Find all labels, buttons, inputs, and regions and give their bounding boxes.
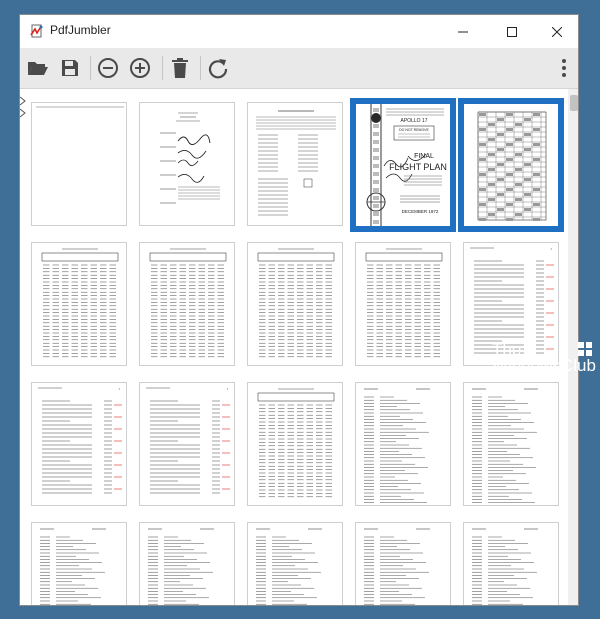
page-text: • (119, 386, 121, 391)
page-preview-image (40, 528, 106, 605)
page-thumbnail-selected[interactable]: APOLLO 17 DO NOT REMOVE FINAL FLIGHT PLAN DE… (350, 98, 456, 232)
drag-handle-icon[interactable] (20, 95, 26, 119)
watermark-line2: WindowsClub (492, 356, 596, 375)
title-bar[interactable]: PdfJumbler (20, 15, 578, 48)
page-thumbnail-selected[interactable] (458, 98, 564, 232)
more-vertical-icon (562, 59, 566, 77)
page-thumbnail[interactable]: • (31, 382, 127, 506)
page-thumbnail[interactable] (31, 242, 127, 366)
minimize-icon (458, 31, 468, 32)
page-preview-image (148, 528, 214, 605)
zoom-in-button[interactable] (126, 54, 154, 82)
toolbar (20, 48, 578, 89)
zoom-in-icon (130, 58, 150, 78)
page-preview-image (256, 110, 336, 216)
open-button[interactable] (24, 54, 52, 82)
page-thumbnail[interactable] (139, 102, 235, 226)
page-preview-image: • (38, 386, 122, 494)
delete-button[interactable] (166, 54, 194, 82)
page-text: • (227, 386, 229, 391)
windows-logo-icon (578, 342, 592, 356)
maximize-button[interactable] (489, 15, 535, 48)
page-preview-image (149, 248, 227, 358)
page-thumbnail[interactable] (139, 522, 235, 605)
page-preview-image (41, 248, 119, 358)
page-preview-image (477, 111, 547, 221)
page-thumbnail[interactable]: • (139, 382, 235, 506)
page-preview (464, 104, 558, 226)
page-thumbnail[interactable] (31, 522, 127, 605)
toolbar-separator (90, 56, 91, 80)
page-thumbnail[interactable] (355, 242, 451, 366)
folder-open-icon (28, 62, 48, 75)
page-text: DECEMBER 1972 (402, 209, 439, 214)
watermark-logo: The WindowsClub (492, 340, 600, 380)
page-thumbnail[interactable] (355, 522, 451, 605)
close-button[interactable] (534, 15, 578, 48)
page-preview-image: APOLLO 17 DO NOT REMOVE FINAL FLIGHT PLAN DE… (366, 104, 447, 226)
window-title: PdfJumbler (50, 23, 111, 37)
page-thumbnail[interactable] (247, 242, 343, 366)
page-text: • (551, 246, 553, 251)
page-thumbnail[interactable] (31, 102, 127, 226)
page-preview-image (472, 528, 538, 605)
page-thumbnail[interactable] (463, 382, 559, 506)
page-thumbnail[interactable] (247, 102, 343, 226)
more-button[interactable] (550, 54, 578, 82)
toolbar-separator (162, 56, 163, 80)
app-logo-icon (30, 24, 43, 38)
maximize-icon (507, 26, 517, 37)
page-thumbnail-area[interactable]: APOLLO 17 DO NOT REMOVE FINAL FLIGHT PLAN DE… (20, 89, 568, 605)
minimize-button[interactable] (440, 15, 486, 48)
zoom-out-icon (98, 58, 118, 78)
page-preview-image (472, 388, 538, 503)
page-preview: APOLLO 17 DO NOT REMOVE FINAL FLIGHT PLAN DE… (356, 104, 450, 226)
page-preview-image: • (146, 386, 230, 494)
page-text: APOLLO 17 (401, 118, 428, 124)
page-text: DO NOT REMOVE (399, 128, 429, 132)
page-preview-image (257, 248, 335, 358)
scrollbar-thumb[interactable] (570, 95, 578, 111)
page-thumbnail[interactable] (247, 382, 343, 506)
toolbar-separator (200, 56, 201, 80)
app-window: PdfJumbler APOLLO 17 DO NOT REMOVE FINAL… (19, 14, 579, 606)
zoom-out-button[interactable] (94, 54, 122, 82)
page-preview-image (365, 248, 443, 358)
page-preview-image (257, 388, 335, 498)
page-thumbnail[interactable] (355, 382, 451, 506)
page-preview-image (36, 106, 124, 108)
page-preview-image (256, 528, 322, 605)
page-thumbnail[interactable] (139, 242, 235, 366)
close-icon (552, 26, 562, 37)
trash-icon (172, 58, 188, 78)
page-preview-image (364, 388, 430, 503)
page-thumbnail[interactable] (247, 522, 343, 605)
page-text: FINAL (414, 153, 434, 160)
page-preview-image (160, 112, 220, 204)
save-icon (62, 60, 78, 76)
save-button[interactable] (56, 54, 84, 82)
page-text: FLIGHT PLAN (389, 162, 447, 172)
rotate-icon (208, 59, 228, 79)
rotate-button[interactable] (204, 54, 232, 82)
page-thumbnail[interactable] (463, 522, 559, 605)
page-preview-image (364, 528, 430, 605)
